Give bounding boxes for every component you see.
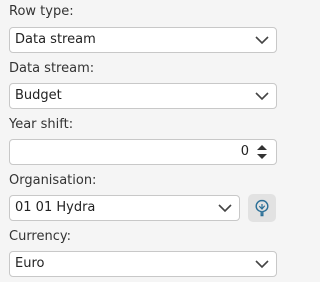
- year-shift-input[interactable]: 0: [9, 139, 277, 165]
- data-stream-value: Budget: [15, 88, 62, 103]
- spinner-arrows-icon[interactable]: [256, 144, 268, 160]
- chevron-down-icon: [255, 260, 269, 269]
- organisation-label: Organisation:: [9, 173, 97, 188]
- year-shift-value: 0: [240, 144, 249, 159]
- organisation-select[interactable]: 01 01 Hydra: [9, 195, 240, 221]
- currency-value: Euro: [15, 256, 45, 271]
- chevron-down-icon: [218, 204, 232, 213]
- row-type-label: Row type:: [9, 4, 74, 19]
- year-shift-label: Year shift:: [9, 117, 74, 132]
- currency-label: Currency:: [9, 229, 72, 244]
- row-type-value: Data stream: [15, 32, 96, 47]
- currency-select[interactable]: Euro: [9, 251, 277, 277]
- settings-form: Row type: Data stream Data stream: Budge…: [0, 0, 284, 282]
- organisation-value: 01 01 Hydra: [15, 200, 96, 215]
- data-stream-select[interactable]: Budget: [9, 83, 277, 109]
- organisation-tree-button[interactable]: [248, 194, 276, 222]
- chevron-down-icon: [255, 92, 269, 101]
- chevron-down-icon: [255, 36, 269, 45]
- row-type-select[interactable]: Data stream: [9, 27, 277, 53]
- tree-icon: [255, 199, 269, 217]
- data-stream-label: Data stream:: [9, 61, 95, 76]
